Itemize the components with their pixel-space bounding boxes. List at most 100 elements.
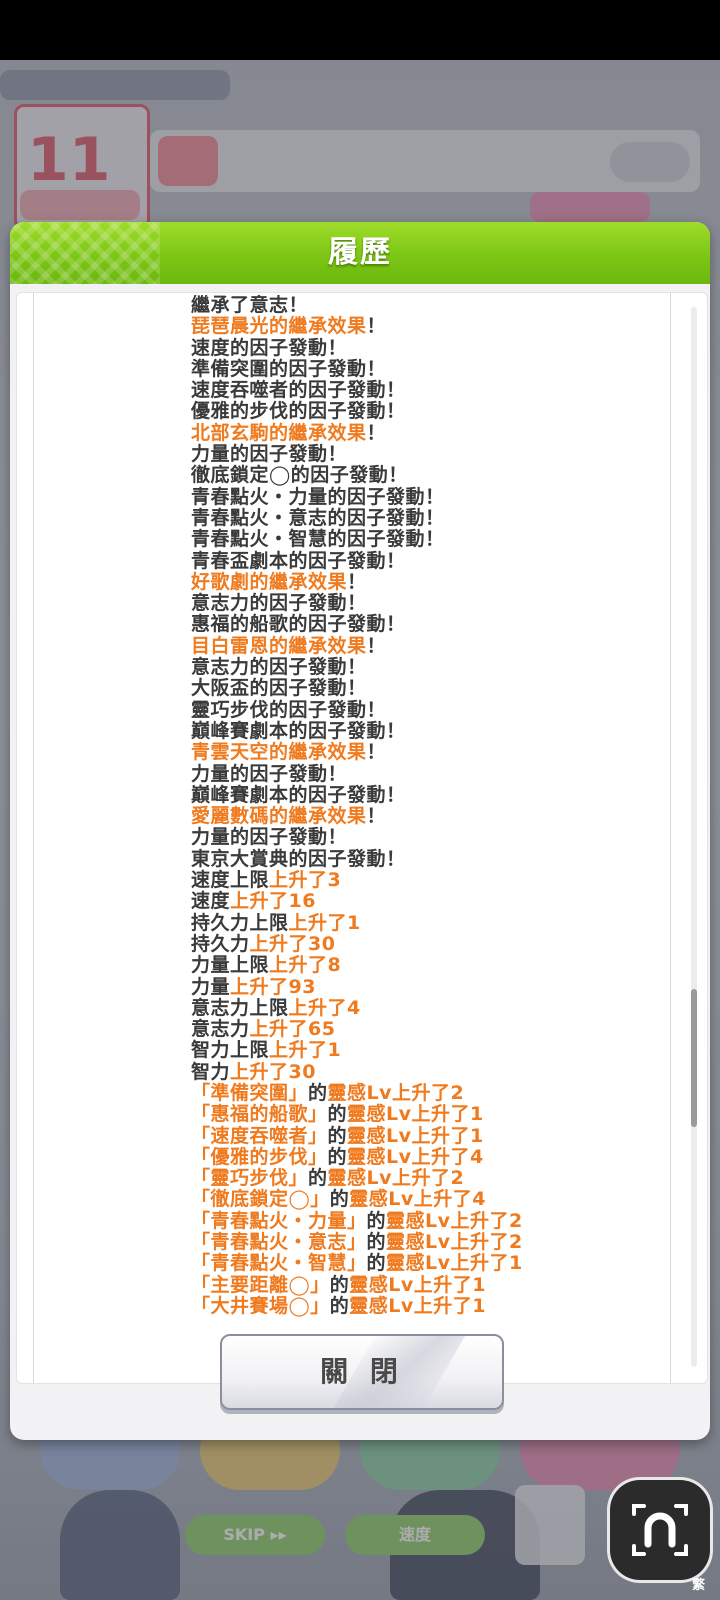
log-highlight-text: 靈感Lv上升了2 [327,1167,465,1190]
history-log-line: 智力上升了30 [191,1060,661,1083]
history-log-line: 「青春點火・智慧」的靈感Lv上升了1 [191,1253,661,1274]
log-highlight-text: 靈感Lv上升了1 [386,1252,523,1275]
history-log-line: 速度上限上升了3 [191,869,661,892]
history-log-line: 「靈巧步伐」的靈感Lv上升了2 [191,1168,661,1189]
history-log-line: 意志力上限上升了4 [191,996,661,1019]
scrollbar-track[interactable] [691,307,697,1367]
log-text: 準備突圍的因子發動！ [191,357,387,380]
history-log-line: 意志力的因子發動！ [191,593,661,614]
log-text: 青春點火・意志的因子發動！ [191,506,445,529]
log-text: 繼承了意志！ [191,295,309,316]
history-log-line: 力量上升了93 [191,975,661,998]
log-text: 的 [327,1145,348,1168]
history-log-line: 「主要距離◯」的靈感Lv上升了1 [191,1273,661,1296]
history-log-line: 青春點火・智慧的因子發動！ [191,529,661,550]
log-highlight-text: 上升了3 [269,869,342,892]
log-highlight-text: 上升了1 [288,911,361,934]
history-log-line: 力量的因子發動！ [191,443,661,466]
history-log-line: 北部玄駒的繼承效果！ [191,421,661,444]
log-text: 意志力上限 [191,996,289,1019]
history-log-list[interactable]: 繼承了意志！ 琵琶晨光的繼承效果！ 速度的因子發動！ 準備突圍的因子發動！ 速度吞噬者的… [191,295,661,1383]
log-highlight-text: 好歌劇的繼承效果 [191,570,348,593]
log-highlight-text: 上升了16 [230,890,316,913]
language-label: 繁 [692,1578,706,1593]
history-log-line: 「優雅的步伐」的靈感Lv上升了4 [191,1145,661,1168]
log-highlight-text: 靈感Lv上升了2 [386,1209,523,1232]
close-button[interactable]: 關 閉 [220,1334,504,1410]
log-highlight-text: 靈感Lv上升了4 [347,1145,484,1168]
log-text: 速度 [191,890,231,913]
log-text: 徹底鎖定◯的因子發動！ [191,464,408,487]
log-highlight-text: 「徹底鎖定◯」 [191,1188,330,1211]
log-text: 持久力 [191,932,250,955]
log-text: 惠福的船歌的因子發動！ [191,613,406,636]
log-text: 的 [308,1081,328,1104]
log-highlight-text: 「主要距離◯」 [191,1273,330,1296]
history-log-line: 目白雷恩的繼承效果！ [191,634,661,657]
log-highlight-text: 上升了93 [230,975,316,998]
log-highlight-text: 上升了4 [288,996,361,1019]
log-highlight-text: 「速度吞噬者」 [191,1124,328,1147]
log-text: 的 [308,1167,328,1190]
history-log-line: 持久力上升了30 [191,932,661,955]
history-log-line: 繼承了意志！ [191,295,661,316]
log-text: 意志力的因子發動！ [191,656,367,679]
log-text: 的 [366,1252,387,1275]
log-text: 力量的因子發動！ [191,443,348,466]
log-highlight-text: 靈感Lv上升了1 [347,1124,484,1147]
scrollbar-thumb[interactable] [691,989,697,1127]
history-log-line: 徹底鎖定◯的因子發動！ [191,465,661,486]
log-highlight-text: 靈感Lv上升了1 [349,1294,486,1317]
log-text: 力量 [191,975,231,998]
history-log-line: 持久力上限上升了1 [191,911,661,934]
log-highlight-text: 靈感Lv上升了2 [386,1231,523,1254]
log-text: 的 [329,1294,350,1317]
log-text: ！ [366,634,387,657]
log-text: 力量的因子發動！ [191,826,348,849]
log-text: 巔峰賽劇本的因子發動！ [191,783,406,806]
log-text: 巔峰賽劇本的因子發動！ [191,719,406,742]
history-log-line: 青春點火・力量的因子發動！ [191,486,661,508]
log-text: 的 [366,1231,387,1254]
history-log-line: 青春點火・意志的因子發動！ [191,506,661,529]
log-text: 的 [329,1188,350,1211]
log-text: ！ [347,570,367,593]
log-highlight-text: 「優雅的步伐」 [191,1145,328,1168]
history-log-line: 「準備突圍」的靈感Lv上升了2 [191,1081,661,1104]
history-log-line: 「青春點火・力量」的靈感Lv上升了2 [191,1209,661,1232]
log-highlight-text: 愛麗數碼的繼承效果 [191,805,367,828]
floating-horseshoe-button[interactable] [610,1480,710,1580]
history-log-line: 惠福的船歌的因子發動！ [191,614,661,635]
log-text: 優雅的步伐的因子發動！ [191,400,406,423]
log-highlight-text: 青雲天空的繼承效果 [191,741,367,764]
close-button-label: 關 閉 [320,1355,404,1388]
log-text: 青春點火・智慧的因子發動！ [191,528,445,551]
log-text: 的 [327,1103,348,1126]
log-highlight-text: 「青春點火・力量」 [191,1209,367,1232]
history-log-line: 「青春點火・意志」的靈感Lv上升了2 [191,1231,661,1254]
log-highlight-text: 「青春點火・智慧」 [191,1252,367,1275]
history-log-line: 巔峰賽劇本的因子發動！ [191,719,661,742]
log-highlight-text: 「準備突圍」 [191,1081,309,1104]
log-text: 的 [366,1209,387,1232]
log-text: 持久力上限 [191,911,289,934]
log-highlight-text: 上升了30 [249,932,336,955]
log-text: ！ [366,805,387,828]
history-log-panel[interactable]: 繼承了意志！ 琵琶晨光的繼承效果！ 速度的因子發動！ 準備突圍的因子發動！ 速度吞噬者的… [16,292,708,1384]
log-highlight-text: 上升了1 [269,1039,342,1062]
log-text: 智力 [191,1060,231,1083]
log-text: 大阪盃的因子發動！ [191,677,367,700]
log-text: ！ [366,421,387,444]
history-log-line: 巔峰賽劇本的因子發動！ [191,783,661,806]
log-highlight-text: 上升了65 [249,1018,336,1041]
log-text: ！ [366,315,387,338]
history-log-line: 速度吞噬者的因子發動！ [191,380,661,401]
log-highlight-text: 上升了30 [230,1060,316,1083]
log-highlight-text: 「惠福的船歌」 [191,1103,328,1126]
history-log-line: 青春盃劇本的因子發動！ [191,550,661,572]
log-text: 的 [327,1124,348,1147]
history-log-line: 力量的因子發動！ [191,763,661,785]
dialog-title: 履歷 [328,235,392,270]
history-log-line: 愛麗數碼的繼承效果！ [191,805,661,828]
log-text: 速度上限 [191,869,270,892]
